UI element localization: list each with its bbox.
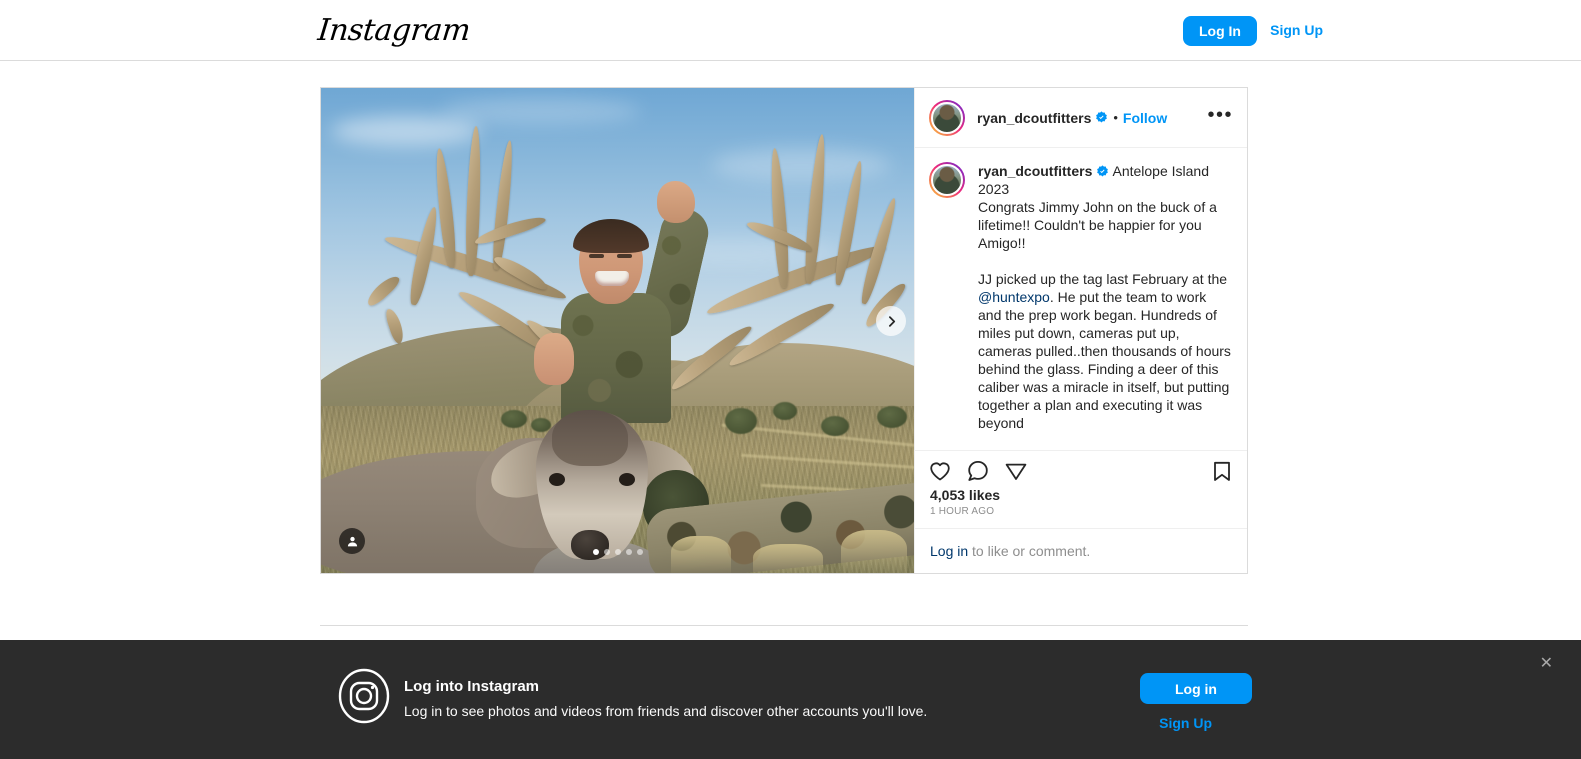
instagram-logo[interactable]: Instagram xyxy=(316,13,472,48)
bush xyxy=(725,408,757,434)
comment-prompt-login-link[interactable]: Log in xyxy=(930,543,968,559)
carousel-dot[interactable] xyxy=(625,549,632,555)
login-banner-subtitle: Log in to see photos and videos from fri… xyxy=(404,703,928,719)
login-banner-title: Log into Instagram xyxy=(404,678,539,695)
caption-username[interactable]: ryan_dcoutfitters xyxy=(978,163,1092,179)
banner-close-button[interactable]: ✕ xyxy=(1540,653,1553,672)
post-side-panel: ryan_dcoutfitters • Follow ••• ryan_dcou… xyxy=(914,88,1247,573)
hunter-hand xyxy=(534,333,574,385)
login-banner-content: Log into Instagram Log in to see photos … xyxy=(336,640,1252,759)
carousel-dots xyxy=(321,549,914,555)
post-author-username[interactable]: ryan_dcoutfitters xyxy=(977,110,1091,126)
top-navigation-bar: Instagram Log In Sign Up xyxy=(0,0,1581,61)
caption-text: ryan_dcoutfitters Antelope Island 2023 C… xyxy=(978,162,1233,436)
caption-avatar[interactable] xyxy=(929,162,965,198)
header-separator: • xyxy=(1113,110,1118,125)
likes-count[interactable]: 4,053 likes xyxy=(915,485,1247,503)
bush xyxy=(821,416,849,436)
caption-paragraph-1: Congrats Jimmy John on the buck of a lif… xyxy=(978,199,1217,251)
cloud xyxy=(711,148,891,182)
post-photo xyxy=(321,88,914,573)
carousel-dot[interactable] xyxy=(592,549,599,555)
hunter-torso xyxy=(561,293,671,423)
verified-badge-icon xyxy=(1096,111,1108,123)
banner-login-button[interactable]: Log in xyxy=(1140,673,1252,704)
hunter-eye xyxy=(589,254,604,258)
instagram-glyph-icon xyxy=(338,668,390,724)
hunter-mouth xyxy=(595,271,629,286)
caption-paragraph-2-end: . He put the team to work and the prep w… xyxy=(978,289,1231,431)
post-timestamp: 1 HOUR AGO xyxy=(930,506,995,517)
deer-nose xyxy=(571,530,609,560)
chevron-right-icon xyxy=(888,315,895,327)
comment-prompt-rest: to like or comment. xyxy=(968,543,1091,559)
comment-bubble-icon[interactable] xyxy=(966,459,990,483)
banner-signup-link[interactable]: Sign Up xyxy=(1159,715,1212,731)
person-tag-icon xyxy=(347,536,357,546)
hunter-eye xyxy=(617,254,632,258)
carousel-dot[interactable] xyxy=(603,549,610,555)
cloud xyxy=(441,98,641,124)
follow-button[interactable]: Follow xyxy=(1123,110,1167,126)
post-caption-area: ryan_dcoutfitters Antelope Island 2023 C… xyxy=(915,148,1247,451)
nav-signup-link[interactable]: Sign Up xyxy=(1270,22,1323,38)
nav-login-button[interactable]: Log In xyxy=(1183,16,1257,46)
verified-badge-icon xyxy=(1097,165,1109,177)
bush xyxy=(877,406,907,428)
comment-login-prompt: Log in to like or comment. xyxy=(915,528,1247,573)
hunter-fist xyxy=(657,181,695,223)
heart-icon[interactable] xyxy=(928,459,952,483)
cloud xyxy=(331,116,481,146)
bush xyxy=(773,402,797,420)
deer-eye-left xyxy=(549,473,565,486)
post-media[interactable] xyxy=(321,88,914,573)
post-actions-bar xyxy=(915,451,1247,485)
deer-eye-right xyxy=(619,473,635,486)
carousel-dot[interactable] xyxy=(614,549,621,555)
caption-mention-link[interactable]: @huntexpo xyxy=(978,289,1050,305)
next-photo-button[interactable] xyxy=(876,306,906,336)
login-banner: Log into Instagram Log in to see photos … xyxy=(0,640,1581,759)
post-header: ryan_dcoutfitters • Follow ••• xyxy=(915,88,1247,148)
share-paper-plane-icon[interactable] xyxy=(1004,459,1028,483)
caption-avatar-image xyxy=(931,164,963,196)
post-card: ryan_dcoutfitters • Follow ••• ryan_dcou… xyxy=(320,87,1248,574)
carousel-dot[interactable] xyxy=(636,549,643,555)
post-options-button[interactable]: ••• xyxy=(1207,105,1233,126)
avatar-image xyxy=(931,101,963,134)
caption-paragraph-2-start: JJ picked up the tag last February at th… xyxy=(978,271,1228,287)
section-divider xyxy=(320,625,1248,626)
deer-forehead xyxy=(552,410,628,466)
avatar[interactable] xyxy=(929,99,965,136)
bush xyxy=(501,410,527,428)
bookmark-icon[interactable] xyxy=(1210,459,1234,483)
